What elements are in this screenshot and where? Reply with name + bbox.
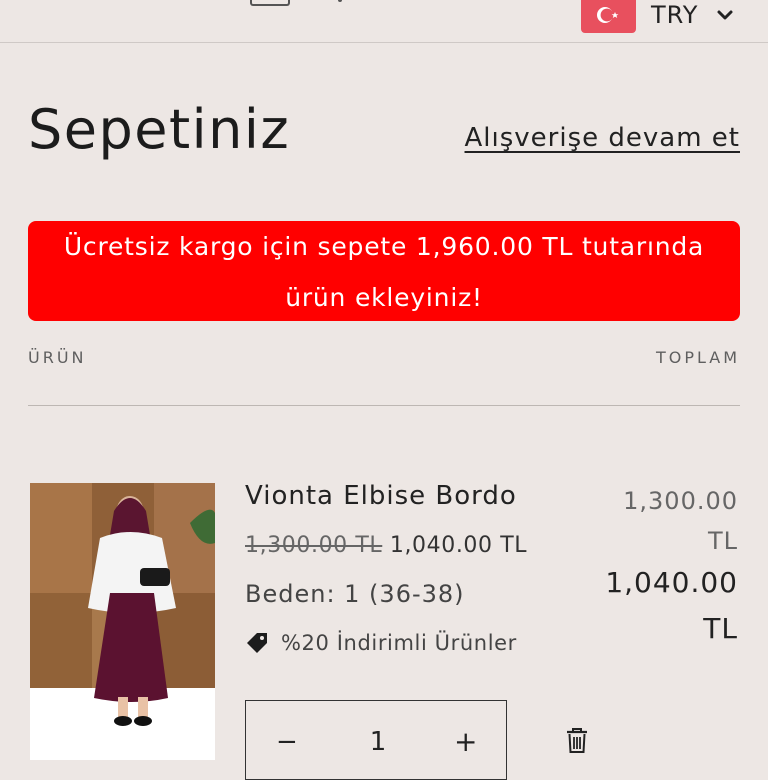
product-prices: 1,300.00 TL 1,040.00 TL — [245, 533, 527, 558]
banner-line-2: ürün ekleyiniz! — [285, 283, 483, 312]
quantity-stepper[interactable]: − 1 + — [245, 700, 507, 780]
decrease-quantity-button[interactable]: − — [276, 727, 298, 757]
chevron-down-icon[interactable] — [716, 8, 734, 22]
product-name[interactable]: Vionta Elbise Bordo — [245, 481, 517, 511]
discount-text: %20 İndirimli Ürünler — [281, 631, 517, 655]
column-header-total: TOPLAM — [655, 348, 740, 367]
line-total-final: 1,040.00 TL — [605, 560, 738, 652]
increase-quantity-button[interactable]: + — [454, 725, 477, 758]
continue-shopping-link[interactable]: Alışverişe devam et — [465, 123, 740, 153]
header-icon-fragment — [250, 0, 290, 6]
turkey-flag-icon[interactable] — [581, 0, 636, 33]
header-icon-fragment-dot — [338, 0, 342, 2]
line-total-final-currency: TL — [703, 612, 738, 645]
sale-price: 1,040.00 TL — [389, 533, 528, 558]
quantity-value[interactable]: 1 — [368, 727, 388, 757]
original-price: 1,300.00 TL — [245, 533, 383, 558]
column-header-product: ÜRÜN — [28, 348, 87, 367]
trash-icon[interactable] — [566, 728, 588, 754]
divider — [28, 405, 740, 406]
currency-selector[interactable]: TRY — [651, 0, 698, 30]
page-title: Sepetiniz — [28, 98, 291, 161]
line-total-final-amount: 1,040.00 — [605, 566, 738, 599]
banner-line-1: Ücretsiz kargo için sepete 1,960.00 TL t… — [63, 232, 705, 261]
tag-icon — [247, 633, 267, 653]
product-size: Beden: 1 (36-38) — [245, 580, 465, 608]
top-bar: TRY — [0, 0, 768, 43]
line-total-original-currency: TL — [707, 527, 738, 555]
line-total-original-amount: 1,300.00 — [623, 487, 738, 515]
discount-label: %20 İndirimli Ürünler — [245, 631, 517, 655]
product-image[interactable] — [30, 483, 215, 760]
free-shipping-banner: Ücretsiz kargo için sepete 1,960.00 TL t… — [28, 221, 740, 321]
line-total-original: 1,300.00 TL — [623, 481, 738, 561]
